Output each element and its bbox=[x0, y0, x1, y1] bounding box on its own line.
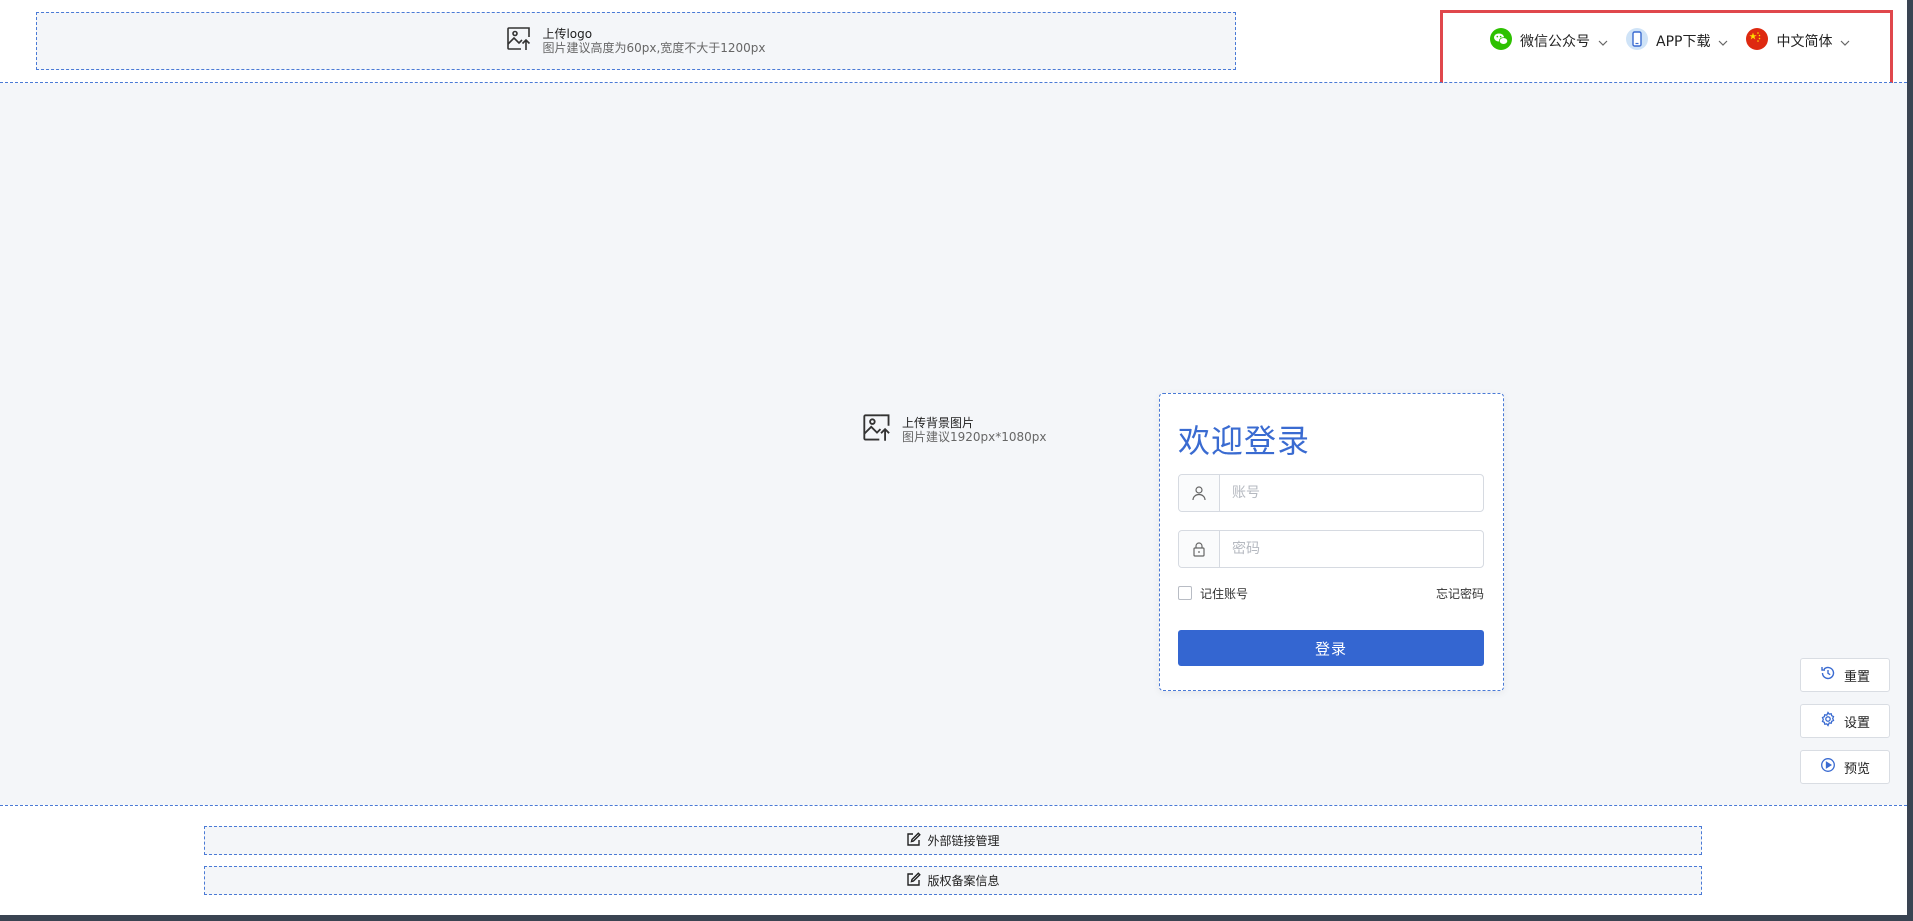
copyright-info-button[interactable]: 版权备案信息 bbox=[204, 866, 1702, 895]
logo-upload-title: 上传logo bbox=[542, 27, 593, 41]
external-links-label: 外部链接管理 bbox=[927, 834, 1000, 848]
header: 上传logo 图片建议高度为60px,宽度不大于1200px 微信公众号 APP… bbox=[0, 0, 1907, 106]
preview-label: 预览 bbox=[1843, 761, 1870, 777]
login-card: 欢迎登录 账号 记住账号 忘记密码 登录 bbox=[1159, 393, 1504, 691]
image-upload-icon bbox=[506, 26, 532, 56]
login-title: 欢迎登录 bbox=[1178, 422, 1311, 460]
account-field bbox=[1178, 474, 1484, 512]
remember-label: 记住账号 bbox=[1200, 586, 1249, 601]
chevron-down-icon bbox=[1598, 36, 1608, 46]
chevron-down-icon bbox=[1718, 36, 1728, 46]
checkbox-box[interactable] bbox=[1178, 586, 1192, 600]
logo-upload-content: 上传logo 图片建议高度为60px,宽度不大于1200px bbox=[506, 26, 766, 56]
background-upload-title: 上传背景图片 bbox=[902, 416, 975, 430]
remember-row: 记住账号 忘记密码 bbox=[1178, 584, 1484, 602]
remember-account-checkbox[interactable]: 记住账号 bbox=[1178, 585, 1248, 602]
language-label: 中文简体 bbox=[1776, 34, 1833, 50]
preview-button[interactable]: 预览 bbox=[1800, 750, 1890, 784]
reset-button[interactable]: 重置 bbox=[1800, 658, 1890, 692]
login-button[interactable]: 登录 bbox=[1178, 630, 1484, 666]
settings-button[interactable]: 设置 bbox=[1800, 704, 1890, 738]
background-upload-texts: 上传背景图片 图片建议1920px*1080px bbox=[902, 416, 1047, 444]
copyright-info-label: 版权备案信息 bbox=[927, 874, 1000, 888]
app-download-dropdown[interactable]: APP下载 bbox=[1626, 28, 1728, 54]
language-dropdown[interactable]: 中文简体 bbox=[1746, 28, 1850, 54]
external-links-button[interactable]: 外部链接管理 bbox=[204, 826, 1702, 855]
china-flag-icon bbox=[1746, 28, 1769, 54]
edit-icon bbox=[906, 871, 922, 890]
history-icon bbox=[1820, 665, 1836, 685]
user-icon bbox=[1179, 475, 1220, 511]
mobile-phone-icon bbox=[1626, 28, 1648, 54]
wechat-label: 微信公众号 bbox=[1520, 34, 1590, 50]
app-download-label: APP下载 bbox=[1656, 34, 1711, 50]
forgot-password-link[interactable]: 忘记密码 bbox=[1436, 585, 1484, 602]
account-input[interactable] bbox=[1220, 475, 1483, 511]
password-input[interactable] bbox=[1220, 531, 1483, 567]
logo-upload-texts: 上传logo 图片建议高度为60px,宽度不大于1200px bbox=[542, 27, 765, 55]
play-circle-icon bbox=[1820, 757, 1836, 777]
settings-label: 设置 bbox=[1843, 715, 1870, 731]
page: 上传logo 图片建议高度为60px,宽度不大于1200px 微信公众号 APP… bbox=[0, 0, 1907, 915]
background-upload-hint: 图片建议1920px*1080px bbox=[902, 430, 1047, 444]
image-upload-icon bbox=[862, 413, 892, 447]
chevron-down-icon bbox=[1840, 36, 1850, 46]
background-upload[interactable]: 上传背景图片 图片建议1920px*1080px bbox=[862, 413, 1047, 447]
header-menu: 微信公众号 APP下载 中文简体 bbox=[1490, 28, 1850, 54]
main-divider bbox=[0, 805, 1907, 806]
wechat-dropdown[interactable]: 微信公众号 bbox=[1490, 28, 1608, 54]
logo-upload-area[interactable]: 上传logo 图片建议高度为60px,宽度不大于1200px bbox=[36, 12, 1236, 70]
password-field bbox=[1178, 530, 1484, 568]
logo-upload-hint: 图片建议高度为60px,宽度不大于1200px bbox=[542, 41, 766, 55]
lock-icon bbox=[1179, 531, 1220, 567]
main-area: 上传背景图片 图片建议1920px*1080px 欢迎登录 账号 记住账号 忘记… bbox=[0, 83, 1907, 805]
edit-icon bbox=[906, 831, 922, 850]
gear-icon bbox=[1820, 711, 1836, 731]
reset-label: 重置 bbox=[1843, 669, 1870, 685]
wechat-icon bbox=[1490, 28, 1512, 54]
